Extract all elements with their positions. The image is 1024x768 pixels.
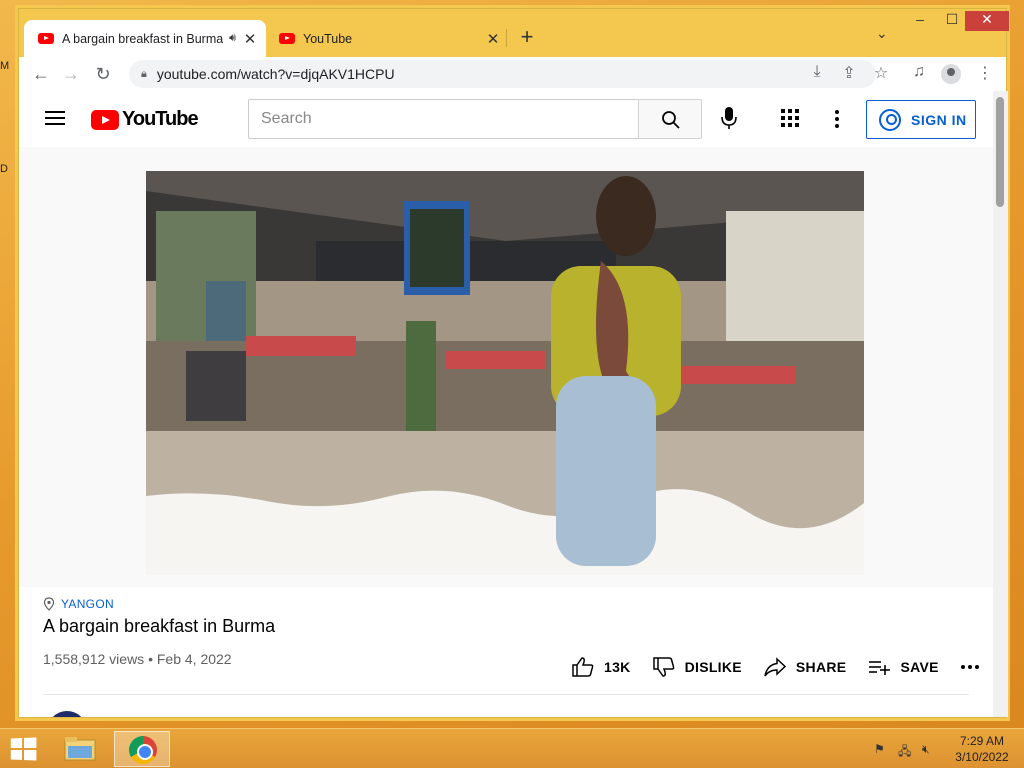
tab-search-chevron-icon[interactable]: ⌄ [876,25,888,42]
install-icon[interactable]: ⤓ [805,63,829,81]
title-bar: A bargain breakfast in Burma 🔊︎ ✕ YouTub… [19,9,1009,57]
media-icon[interactable]: ♫ [907,63,931,81]
speaker-icon[interactable]: 🔊︎ [229,32,236,45]
save-label: SAVE [900,659,939,675]
location-label: YANGON [61,597,114,611]
thumbs-down-icon [652,657,674,677]
tab-close-icon[interactable]: ✕ [242,30,258,48]
location-pin-icon [43,597,55,611]
share-icon[interactable]: ⇪ [837,63,861,83]
video-meta: YANGON A bargain breakfast in Burma 1,55… [43,597,275,667]
sign-in-label: SIGN IN [911,111,967,128]
forward-icon[interactable]: → [59,63,83,87]
file-explorer-icon[interactable] [64,736,96,762]
youtube-logo-text: YouTube [122,108,199,130]
new-tab-button[interactable]: + [517,24,537,50]
tab-youtube[interactable]: YouTube ✕ [269,20,509,57]
desktop-label-m: M [0,60,10,72]
tab-title: YouTube [303,31,353,46]
desktop-label-d: D [0,163,8,175]
channel-avatar[interactable] [47,711,87,717]
tab-active[interactable]: A bargain breakfast in Burma 🔊︎ ✕ [24,20,266,57]
network-icon[interactable]: 🖧︎ [898,742,911,763]
close-window-button[interactable]: ✕ [965,11,1009,31]
save-button[interactable]: SAVE [868,657,938,677]
youtube-page: YouTube Search SIGN IN YANGON A bargain … [19,91,993,717]
youtube-header: YouTube Search SIGN IN [19,91,993,147]
more-actions-icon[interactable] [960,665,979,669]
tab-separator [506,29,507,47]
action-center-flag-icon[interactable]: ⚑ [874,742,885,756]
youtube-favicon-icon [38,33,54,44]
browser-window: A bargain breakfast in Burma 🔊︎ ✕ YouTub… [18,8,1009,718]
volume-muted-icon[interactable]: 🔇︎ [922,742,930,757]
youtube-play-icon [91,109,119,130]
video-frame [146,171,864,575]
dislike-button[interactable]: DISLIKE [652,657,742,677]
maximize-button[interactable]: ☐ [937,11,967,31]
sign-in-button[interactable]: SIGN IN [866,100,976,139]
star-icon[interactable]: ☆ [869,63,893,83]
microphone-icon[interactable] [721,106,737,130]
windows-start-icon[interactable] [10,737,39,761]
system-clock[interactable]: 7:29 AM 3/10/2022 [952,733,1012,765]
clock-time: 7:29 AM [959,734,1005,748]
playlist-add-icon [869,661,891,675]
clock-date: 3/10/2022 [955,750,1009,764]
page-scrollbar[interactable] [993,91,1008,717]
settings-more-icon[interactable] [835,110,839,131]
chrome-taskbar-button[interactable] [114,731,170,767]
dislike-label: DISLIKE [684,659,742,675]
taskbar: ⚑ 🖧︎ 🔇︎ 7:29 AM 3/10/2022 [0,728,1024,768]
share-arrow-icon [764,657,786,677]
profile-icon[interactable] [941,64,961,84]
address-bar[interactable]: 🔒︎ youtube.com/watch?v=djqAKV1HCPU [129,60,876,88]
thumbs-up-icon [572,657,594,677]
youtube-logo[interactable]: YouTube [91,108,199,131]
back-icon[interactable]: ← [29,63,53,87]
scrollbar-thumb[interactable] [996,97,1004,207]
divider [43,694,969,695]
share-label: SHARE [795,659,847,675]
browser-toolbar: ← → ↻ 🔒︎ youtube.com/watch?v=djqAKV1HCPU… [19,57,1006,91]
apps-grid-icon[interactable] [781,109,799,127]
hamburger-menu-icon[interactable] [45,111,65,125]
tab-title: A bargain breakfast in Burma [62,31,224,46]
view-count-date: 1,558,912 views • Feb 4, 2022 [43,651,232,667]
tab-close-icon[interactable]: ✕ [485,30,501,48]
lock-icon[interactable]: 🔒︎ [141,68,147,81]
location-link[interactable]: YANGON [43,597,275,611]
account-icon [879,108,901,131]
video-actions: 13K DISLIKE SHARE SAVE [572,657,979,677]
minimize-button[interactable]: – [905,11,935,31]
reload-icon[interactable]: ↻ [91,63,115,87]
youtube-favicon-icon [279,33,295,44]
search-input[interactable]: Search [248,99,639,139]
search-button[interactable] [638,99,702,139]
url-text: youtube.com/watch?v=djqAKV1HCPU [156,66,395,82]
video-player-area [19,147,993,587]
chrome-icon [129,736,157,764]
like-button[interactable]: 13K [572,657,631,677]
video-player[interactable] [146,171,864,575]
like-count: 13K [604,659,631,675]
menu-icon[interactable]: ⋮ [973,63,997,83]
share-button[interactable]: SHARE [764,657,847,677]
video-title: A bargain breakfast in Burma [43,616,276,636]
search-icon [662,111,680,129]
